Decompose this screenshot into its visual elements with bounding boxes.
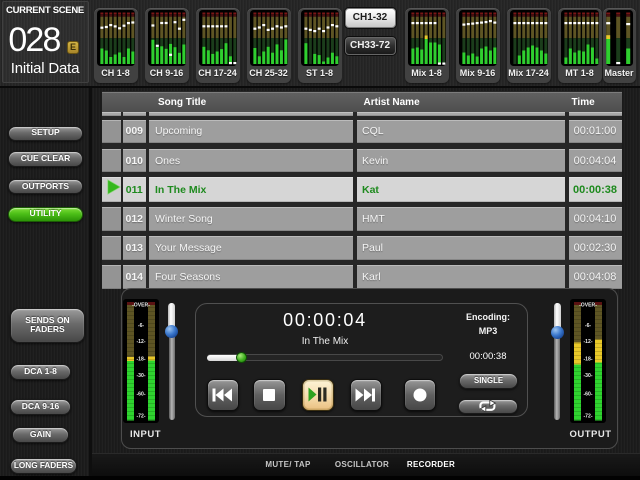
svg-text:-OVER-: -OVER-	[132, 303, 150, 309]
svg-text:-30-: -30-	[136, 373, 145, 379]
svg-text:-30-: -30-	[583, 373, 592, 379]
svg-text:-72-: -72-	[583, 414, 592, 420]
svg-text:-60-: -60-	[583, 392, 592, 398]
svg-text:-OVER-: -OVER-	[579, 303, 597, 309]
svg-text:-6-: -6-	[585, 323, 592, 329]
svg-text:-60-: -60-	[136, 392, 145, 398]
svg-text:-6-: -6-	[138, 323, 145, 329]
svg-text:-18-: -18-	[136, 357, 145, 363]
svg-text:-12-: -12-	[583, 339, 592, 345]
svg-text:-12-: -12-	[136, 339, 145, 345]
svg-text:-72-: -72-	[136, 414, 145, 420]
svg-text:-18-: -18-	[583, 357, 592, 363]
